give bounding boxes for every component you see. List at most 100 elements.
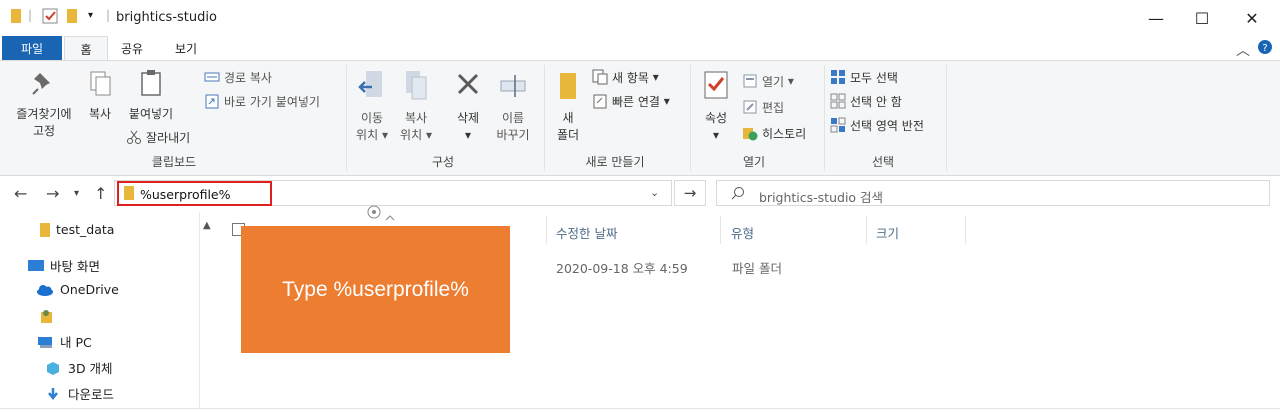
rename-icon (499, 69, 527, 106)
folder-icon (40, 222, 50, 237)
properties-icon[interactable] (42, 8, 58, 27)
folder-icon (124, 186, 134, 203)
move-to-icon (358, 69, 386, 106)
nav-item-onedrive[interactable]: OneDrive (36, 282, 119, 297)
search-icon (731, 186, 745, 203)
group-separator (544, 65, 545, 171)
search-placeholder: brightics-studio 검색 (759, 190, 884, 205)
column-separator (866, 216, 867, 244)
history-button[interactable]: 히스토리 (742, 123, 806, 143)
onedrive-cloud-icon (36, 283, 54, 297)
copy-icon (86, 69, 114, 102)
download-arrow-icon (46, 387, 62, 401)
new-folder-button[interactable]: 새 폴더 (550, 69, 586, 144)
open-button[interactable]: 열기 ▾ (742, 71, 794, 91)
open-icon (742, 73, 758, 89)
up-arrow-icon[interactable]: ↑ (94, 184, 107, 203)
pin-to-quick-access-button[interactable]: 즐겨찾기에 고정 (8, 69, 80, 140)
recent-locations-icon[interactable]: ▾ (74, 188, 79, 199)
status-divider (0, 408, 1280, 409)
back-arrow-icon[interactable]: ← (14, 184, 27, 203)
close-button[interactable]: ✕ (1230, 4, 1274, 32)
column-separator (965, 216, 966, 244)
nav-item-test-data[interactable]: test_data (40, 222, 114, 237)
paste-icon (137, 69, 165, 102)
move-to-button[interactable]: 이동 위치 ▾ (352, 69, 392, 144)
nav-item-desktop[interactable]: 바탕 화면 (28, 256, 100, 275)
group-label-new: 새로 만들기 (585, 155, 645, 169)
search-box[interactable]: brightics-studio 검색 (716, 180, 1270, 206)
new-folder-icon (556, 69, 580, 106)
title-bar: | ▾ | brightics-studio — ☐ ✕ (0, 0, 1280, 36)
new-item-button[interactable]: 새 항목 ▾ (592, 67, 659, 87)
group-label-open: 열기 (742, 155, 766, 169)
ribbon: 즐겨찾기에 고정 복사 붙여넣기 잘라내기 경로 복사 바로 가기 붙여넣기 클… (0, 60, 1280, 176)
paste-shortcut-icon (204, 93, 220, 109)
copy-to-button[interactable]: 복사 위치 ▾ (396, 69, 436, 144)
column-header-modified[interactable]: 수정한 날짜 (556, 223, 617, 242)
nav-item-3d-objects[interactable]: 3D 개체 (46, 358, 113, 377)
collapse-ribbon-icon[interactable]: ︿ (1236, 40, 1250, 60)
maximize-button[interactable]: ☐ (1180, 4, 1224, 32)
svg-text:?: ? (1262, 43, 1267, 54)
row-type: 파일 폴더 (732, 261, 782, 276)
user-folder-icon (40, 308, 56, 323)
customize-toolbar-icon[interactable]: ▾ (88, 10, 93, 21)
minimize-button[interactable]: — (1134, 4, 1178, 32)
callout-text: Type %userprofile% (282, 277, 469, 301)
address-dropdown-icon[interactable]: ⌄ (650, 186, 659, 199)
properties-button[interactable]: 속성 ▾ (696, 69, 736, 144)
select-none-button[interactable]: 선택 안 함 (830, 91, 902, 111)
edit-icon (742, 99, 758, 115)
copy-button[interactable]: 복사 (82, 69, 118, 123)
separator: | (106, 8, 111, 22)
window-title: brightics-studio (116, 10, 217, 25)
forward-arrow-icon[interactable]: → (46, 184, 59, 203)
copy-to-icon (402, 69, 430, 106)
delete-button[interactable]: 삭제 ▾ (448, 69, 488, 144)
scroll-up-icon[interactable]: ▲ (203, 220, 211, 231)
edit-button[interactable]: 편집 (742, 97, 784, 117)
folder-icon (10, 8, 22, 27)
column-separator (546, 216, 547, 244)
go-arrow-button[interactable]: → (674, 180, 706, 206)
paste-shortcut-button[interactable]: 바로 가기 붙여넣기 (204, 91, 320, 111)
group-separator (690, 65, 691, 171)
copy-path-button[interactable]: 경로 복사 (204, 67, 272, 87)
separator: | (28, 8, 33, 22)
column-header-type[interactable]: 유형 (731, 223, 754, 242)
rename-button[interactable]: 이름 바꾸기 (490, 69, 536, 144)
nav-item-downloads[interactable]: 다운로드 (46, 384, 114, 403)
easy-access-button[interactable]: 빠른 연결 ▾ (592, 91, 670, 111)
column-header-size[interactable]: 크기 (876, 223, 899, 242)
group-label-organize: 구성 (431, 155, 455, 169)
pin-icon (30, 69, 58, 102)
delete-x-icon (454, 69, 482, 106)
nav-item-this-pc[interactable]: 내 PC (38, 332, 92, 351)
navigation-pane: test_data 바탕 화면 OneDrive 내 PC 3D 개체 다운로드 (0, 212, 220, 416)
new-item-icon (592, 69, 608, 85)
select-none-icon (830, 93, 846, 109)
invert-selection-button[interactable]: 선택 영역 반전 (830, 115, 924, 135)
properties-check-icon (702, 69, 730, 106)
tab-view[interactable]: 보기 (164, 36, 208, 61)
nav-item-user-folder[interactable] (40, 308, 62, 323)
tab-share[interactable]: 공유 (110, 36, 154, 61)
new-folder-icon[interactable] (66, 8, 78, 27)
ribbon-tabs: 파일 홈 공유 보기 ︿ ? (0, 36, 1280, 61)
desktop-icon (28, 259, 44, 273)
address-input[interactable]: %userprofile% (140, 187, 231, 202)
history-icon (742, 125, 758, 141)
tab-home[interactable]: 홈 (64, 36, 108, 61)
cut-button[interactable]: 잘라내기 (126, 127, 190, 147)
tab-file[interactable]: 파일 (2, 36, 62, 61)
group-separator (946, 65, 947, 171)
column-separator (720, 216, 721, 244)
navigation-bar: ← → ▾ ↑ %userprofile% ⌄ → brightics-stud… (0, 176, 1280, 212)
help-icon[interactable]: ? (1257, 39, 1273, 59)
copy-path-icon (204, 69, 220, 85)
computer-icon (38, 335, 54, 349)
paste-button[interactable]: 붙여넣기 (122, 69, 180, 123)
select-all-button[interactable]: 모두 선택 (830, 67, 898, 87)
nav-pane-scrollbar[interactable]: ▲ (199, 212, 217, 408)
